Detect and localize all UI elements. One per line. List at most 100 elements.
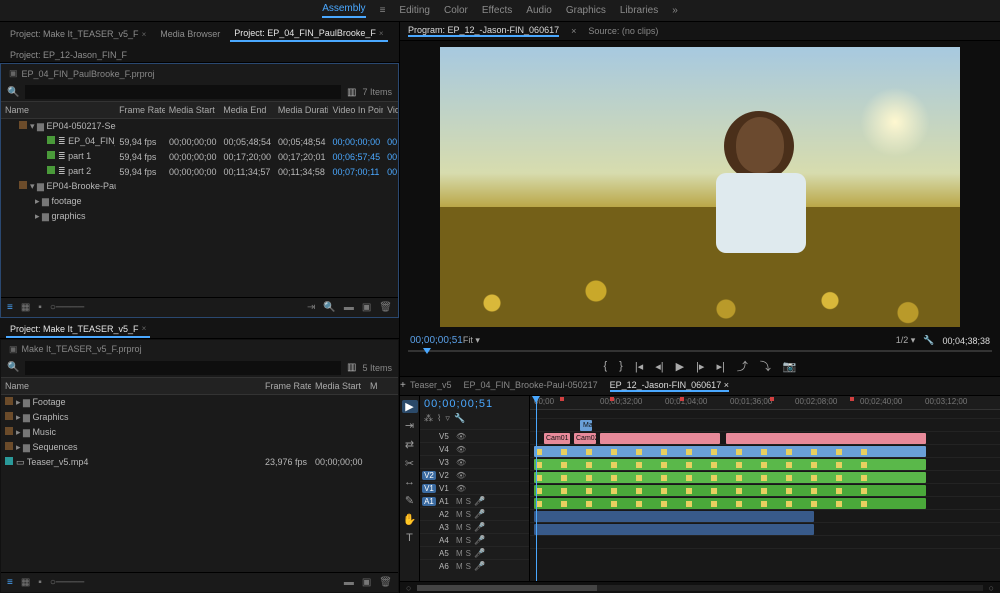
bin-row[interactable]: ▾▆ EP04-050217-Sequences <box>1 119 398 134</box>
mark-out-button[interactable]: } <box>619 360 623 372</box>
track-header-v5[interactable]: V5👁 <box>420 429 529 442</box>
disclosure-icon[interactable]: ▸ <box>35 211 42 222</box>
clip-row[interactable]: ▭ Teaser_v5.mp423,976 fps00;00;00;00 <box>1 455 398 470</box>
bin-nav-icon[interactable]: ▥ <box>347 362 356 373</box>
sequence-row[interactable]: ≣ part 2 59,94 fps00;00;00;0000;11;34;57… <box>1 164 398 179</box>
tab-project-ep04[interactable]: Project: EP_04_FIN_PaulBrooke_F× <box>230 26 387 42</box>
track-header-a1[interactable]: A1A1MS🎤 <box>420 494 529 507</box>
marker-icon[interactable]: ▿ <box>445 413 450 424</box>
lift-button[interactable]: ⤴ <box>737 358 748 374</box>
clip[interactable] <box>534 485 926 496</box>
playhead[interactable] <box>536 396 537 581</box>
slip-tool[interactable]: ↔ <box>404 476 415 488</box>
clip[interactable] <box>534 498 926 509</box>
search-input[interactable] <box>25 361 341 375</box>
clip[interactable]: Cam02 <box>574 433 596 444</box>
find-icon[interactable]: 🔍 <box>323 302 335 313</box>
ripple-tool[interactable]: ⇄ <box>405 438 414 451</box>
track-header-a2[interactable]: A2MS🎤 <box>420 507 529 520</box>
icon-view-icon[interactable]: ▦ <box>21 577 30 588</box>
clip[interactable] <box>534 472 926 483</box>
clip[interactable]: Cam01 <box>544 433 570 444</box>
close-icon[interactable]: × <box>142 324 147 333</box>
button-editor-icon[interactable]: + <box>400 380 1000 391</box>
go-to-in-button[interactable]: |◂ <box>635 360 643 373</box>
playhead-icon[interactable] <box>423 348 431 354</box>
delete-icon[interactable]: 🗑 <box>379 302 392 313</box>
freeform-view-icon[interactable]: ▪ <box>38 302 42 313</box>
sequence-row[interactable]: ≣ EP_04_FIN_Brooke-Paul 59,94 fps00;00;0… <box>1 134 398 149</box>
list-view-icon[interactable]: ≡ <box>7 577 13 588</box>
program-scrubber[interactable] <box>408 350 992 352</box>
new-bin-icon[interactable]: ▬ <box>344 302 354 313</box>
clip[interactable] <box>726 433 926 444</box>
bin-row[interactable]: ▸▆ Sequences <box>1 440 398 455</box>
tab-media-browser[interactable]: Media Browser <box>156 26 224 42</box>
program-video-frame[interactable] <box>440 47 960 327</box>
ws-audio[interactable]: Audio <box>526 5 552 16</box>
bin-row[interactable]: ▾▆ EP04-Brooke-Paul-050217 <box>1 179 398 194</box>
clip[interactable] <box>534 459 926 470</box>
type-tool[interactable]: T <box>406 532 413 544</box>
list-view-icon[interactable]: ≡ <box>7 302 13 313</box>
pen-tool[interactable]: ✎ <box>405 494 414 507</box>
timeline-zoom-scroll[interactable]: ○○ <box>400 581 1000 593</box>
close-icon[interactable]: × <box>142 30 147 39</box>
clip[interactable] <box>600 433 720 444</box>
search-icon[interactable]: 🔍 <box>7 87 19 98</box>
zoom-thumb[interactable] <box>417 585 597 591</box>
settings-icon[interactable]: 🔧 <box>923 335 934 346</box>
snap-icon[interactable]: ⁂ <box>424 413 433 424</box>
ws-menu-icon[interactable]: ≡ <box>380 5 386 16</box>
bin-row[interactable]: ▸▆ graphics <box>1 209 398 224</box>
track-select-tool[interactable]: ⇥ <box>405 419 414 432</box>
track-header-a6[interactable]: A6MS🎤 <box>420 559 529 572</box>
bin-row[interactable]: ▸▆ footage <box>1 194 398 209</box>
program-timecode-right[interactable]: 00;04;38;38 <box>942 336 990 346</box>
step-back-button[interactable]: ◂| <box>655 360 663 373</box>
clip[interactable] <box>534 524 814 535</box>
program-timecode-left[interactable]: 00;00;00;51 <box>410 335 463 346</box>
clip[interactable]: Mak <box>580 420 592 431</box>
disclosure-icon[interactable]: ▸ <box>35 196 42 207</box>
ws-libraries[interactable]: Libraries <box>620 5 658 16</box>
track-header-v1[interactable]: V1V1👁 <box>420 481 529 494</box>
export-frame-button[interactable]: 📷 <box>783 360 797 373</box>
fit-dropdown[interactable]: Fit ▾ <box>463 335 480 346</box>
linked-select-icon[interactable]: ⌇ <box>437 413 441 424</box>
close-icon[interactable]: × <box>571 26 576 36</box>
clip[interactable] <box>534 511 814 522</box>
zoom-slider[interactable]: ○──── <box>50 577 84 588</box>
mark-in-button[interactable]: { <box>603 360 607 372</box>
track-header-a5[interactable]: A5MS🎤 <box>420 546 529 559</box>
ws-assembly[interactable]: Assembly <box>322 3 365 18</box>
play-button[interactable]: ▶ <box>676 360 684 373</box>
ws-graphics[interactable]: Graphics <box>566 5 606 16</box>
marker-icon[interactable] <box>680 397 684 401</box>
settings-icon[interactable]: 🔧 <box>454 413 465 424</box>
track-header-a3[interactable]: A3MS🎤 <box>420 520 529 533</box>
new-bin-icon[interactable]: ▬ <box>344 577 354 588</box>
clip[interactable] <box>534 446 926 457</box>
tab-program[interactable]: Program: EP_12_-Jason-FIN_060617 <box>408 25 559 37</box>
project-rows[interactable]: ▾▆ EP04-050217-Sequences ≣ EP_04_FIN_Bro… <box>1 119 398 297</box>
marker-icon[interactable] <box>560 397 564 401</box>
timeline-tracks[interactable]: 00;00 00;00;32;00 00;01;04;00 00;01;36;0… <box>530 396 1000 581</box>
icon-view-icon[interactable]: ▦ <box>21 302 30 313</box>
track-header-v2[interactable]: V2V2👁 <box>420 468 529 481</box>
extract-button[interactable]: ⤵ <box>760 358 771 374</box>
marker-icon[interactable] <box>850 397 854 401</box>
ws-overflow-icon[interactable]: » <box>672 5 678 16</box>
marker-icon[interactable] <box>610 397 614 401</box>
razor-tool[interactable]: ✂ <box>405 457 414 470</box>
marker-icon[interactable] <box>770 397 774 401</box>
close-icon[interactable]: × <box>379 29 384 38</box>
new-item-icon[interactable]: ▣ <box>362 577 371 588</box>
go-to-out-button[interactable]: ▸| <box>716 360 724 373</box>
resolution-dropdown[interactable]: 1/2 ▾ <box>896 335 916 346</box>
ws-color[interactable]: Color <box>444 5 468 16</box>
sequence-row[interactable]: ≣ part 1 59,94 fps00;00;00;0000;17;20;00… <box>1 149 398 164</box>
tab-project-teaser[interactable]: Project: Make It_TEASER_v5_F× <box>6 26 150 42</box>
bin-row[interactable]: ▸▆ Graphics <box>1 410 398 425</box>
automate-icon[interactable]: ⇥ <box>307 302 315 313</box>
